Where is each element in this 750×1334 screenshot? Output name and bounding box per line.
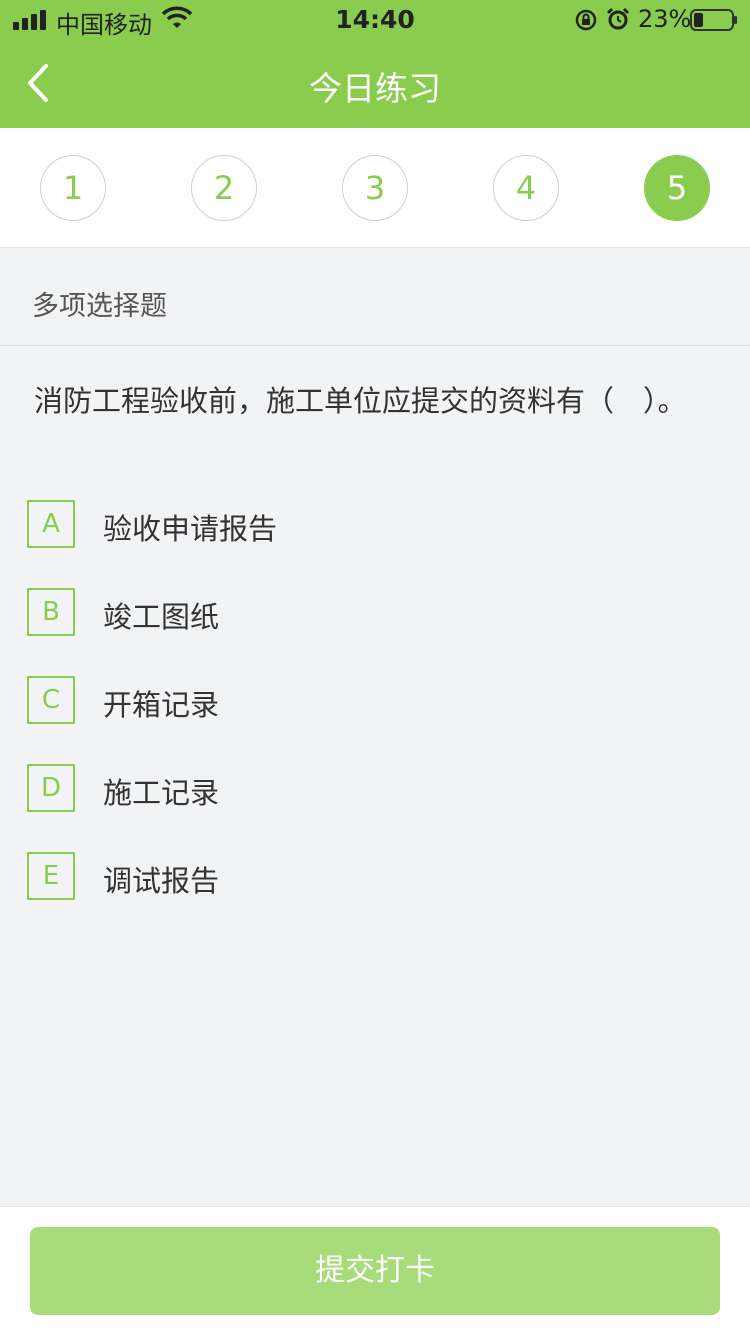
option-key[interactable]: B <box>27 588 75 636</box>
step-4[interactable]: 4 <box>493 155 559 221</box>
question-step-bar: 1 2 3 4 5 <box>0 128 750 248</box>
option-key[interactable]: A <box>27 500 75 548</box>
option-b[interactable]: B 竣工图纸 <box>27 588 727 636</box>
option-key[interactable]: D <box>27 764 75 812</box>
alarm-icon <box>606 7 630 30</box>
option-c[interactable]: C 开箱记录 <box>27 676 727 724</box>
step-2[interactable]: 2 <box>191 155 257 221</box>
option-key[interactable]: C <box>27 676 75 724</box>
option-d[interactable]: D 施工记录 <box>27 764 727 812</box>
option-text[interactable]: 验收申请报告 <box>103 506 277 548</box>
submit-button[interactable]: 提交打卡 <box>30 1227 720 1315</box>
option-text[interactable]: 施工记录 <box>103 770 219 812</box>
rotation-lock-icon <box>575 9 597 31</box>
step-5[interactable]: 5 <box>644 155 710 221</box>
option-text[interactable]: 调试报告 <box>103 858 219 900</box>
option-a[interactable]: A 验收申请报告 <box>27 500 727 548</box>
question-text: 消防工程验收前，施工单位应提交的资料有（ ）。 <box>34 384 687 418</box>
option-e[interactable]: E 调试报告 <box>27 852 727 900</box>
step-1[interactable]: 1 <box>40 155 106 221</box>
option-text[interactable]: 开箱记录 <box>103 682 219 724</box>
page-title: 今日练习 <box>309 69 441 108</box>
step-3[interactable]: 3 <box>342 155 408 221</box>
option-text[interactable]: 竣工图纸 <box>103 594 219 636</box>
question-type: 多项选择题 <box>32 291 167 322</box>
battery-icon <box>690 9 737 31</box>
question-type-bar: 多项选择题 <box>0 248 750 346</box>
status-bar: 中国移动 14:40 23% <box>0 0 750 40</box>
battery-percent: 23% <box>638 5 692 33</box>
option-key[interactable]: E <box>27 852 75 900</box>
footer: 提交打卡 <box>0 1206 750 1334</box>
app-header: 中国移动 14:40 23% 今日练习 <box>0 0 750 128</box>
